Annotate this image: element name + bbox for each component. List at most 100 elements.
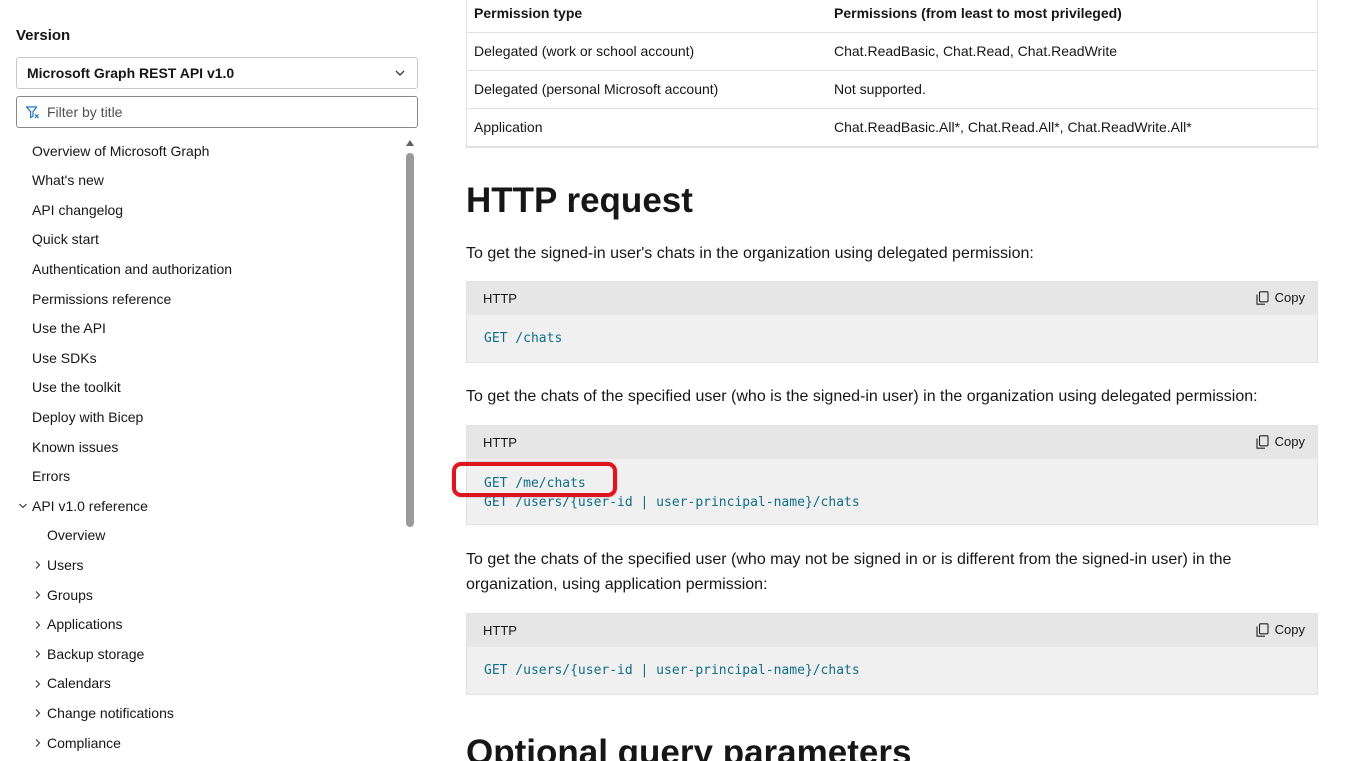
table-cell: Not supported. — [826, 70, 1318, 109]
toc-item[interactable]: Users — [0, 550, 400, 579]
paragraph: To get the chats of the specified user (… — [466, 388, 1258, 405]
copy-icon — [1256, 434, 1269, 449]
scroll-up-arrow-icon[interactable] — [406, 140, 414, 146]
toc-item-label: Change notifications — [47, 704, 174, 721]
toc-item[interactable]: Quick start — [0, 225, 400, 254]
chevron-down-icon — [395, 70, 405, 76]
code-language-label: HTTP — [483, 291, 517, 306]
main-content: Permission type Permissions (from least … — [466, 0, 1318, 761]
table-of-contents: Overview of Microsoft Graph What's new API… — [0, 136, 404, 761]
toc-item-label: Backup storage — [47, 645, 145, 662]
table-cell: Delegated (personal Microsoft account) — [466, 70, 826, 109]
code-line: GET /users/{user-id | user-principal-nam… — [484, 495, 860, 510]
toc-item-label: API v1.0 reference — [32, 497, 148, 514]
toc-item[interactable]: What's new — [0, 166, 400, 195]
code-block: HTTP Copy GET /users/{user-id | user-pri… — [466, 613, 1318, 695]
copy-label: Copy — [1274, 434, 1305, 449]
toc-item-label: Errors — [32, 468, 71, 485]
table-cell: Application — [466, 108, 826, 147]
toc-item[interactable]: API changelog — [0, 195, 400, 224]
toc-item-label: Permissions reference — [32, 290, 172, 307]
copy-label: Copy — [1274, 290, 1305, 305]
toc-item[interactable]: Errors — [0, 462, 400, 491]
copy-icon — [1256, 622, 1269, 637]
section-heading-http-request: HTTP request — [466, 181, 693, 220]
toc-item-label: Use the toolkit — [32, 379, 121, 396]
toc-item[interactable]: Groups — [0, 580, 400, 609]
sidebar-nav: Version Microsoft Graph REST API v1.0 Ov… — [0, 0, 430, 761]
table-cell: Chat.ReadBasic, Chat.Read, Chat.ReadWrit… — [826, 32, 1318, 71]
paragraph: To get the signed-in user's chats in the… — [466, 245, 1034, 262]
chevron-right-icon[interactable] — [33, 708, 43, 718]
version-label: Version — [16, 27, 71, 44]
chevron-down-icon[interactable] — [18, 501, 28, 511]
paragraph: To get the chats of the specified user (… — [466, 547, 1286, 597]
chevron-right-icon[interactable] — [33, 649, 43, 659]
toc-item-label: API changelog — [32, 201, 124, 218]
toc-item[interactable]: Authentication and authorization — [0, 254, 400, 283]
toc-item[interactable]: Use the API — [0, 314, 400, 343]
toc-item[interactable]: Applications — [0, 610, 400, 639]
toc-item-label: Users — [47, 556, 84, 573]
table-header-row: Permission type Permissions (from least … — [466, 0, 1318, 33]
toc-item-label: Deploy with Bicep — [32, 408, 144, 425]
copy-button[interactable]: Copy — [1256, 622, 1305, 637]
table-cell: Chat.ReadBasic.All*, Chat.Read.All*, Cha… — [826, 108, 1318, 147]
table-header-cell: Permission type — [466, 0, 826, 33]
code-line: GET /chats — [484, 331, 563, 346]
toc-item-label: Calendars — [47, 675, 111, 692]
toc-item-label: Known issues — [32, 438, 119, 455]
toc-item-label: Applications — [47, 616, 123, 633]
toc-item-label: Groups — [47, 586, 93, 603]
toc-item-label: Overview — [47, 527, 106, 544]
toc-item[interactable]: Compliance — [0, 728, 400, 757]
chevron-right-icon[interactable] — [33, 679, 43, 689]
chevron-right-icon[interactable] — [33, 620, 43, 630]
table-row: Application Chat.ReadBasic.All*, Chat.Re… — [466, 108, 1318, 147]
paragraph-line: organization, using application permissi… — [466, 576, 768, 593]
code-block-header: HTTP Copy — [467, 614, 1317, 647]
copy-button[interactable]: Copy — [1256, 290, 1305, 305]
toc-item[interactable]: Known issues — [0, 432, 400, 461]
scroll-thumb[interactable] — [406, 153, 414, 527]
toc-item[interactable]: Overview — [0, 521, 400, 550]
toc-item-label: Authentication and authorization — [32, 260, 233, 277]
toc-item[interactable]: Backup storage — [0, 639, 400, 668]
code-body: GET /me/chats GET /users/{user-id | user-… — [467, 459, 1317, 524]
table-row: Delegated (personal Microsoft account) N… — [466, 70, 1318, 109]
code-language-label: HTTP — [483, 623, 517, 638]
toc-item[interactable]: API v1.0 reference — [0, 491, 400, 520]
chevron-right-icon[interactable] — [33, 738, 43, 748]
toc-item[interactable]: Permissions reference — [0, 284, 400, 313]
version-dropdown[interactable]: Microsoft Graph REST API v1.0 — [16, 57, 418, 89]
chevron-right-icon[interactable] — [33, 560, 43, 570]
table-cell: Delegated (work or school account) — [466, 32, 826, 71]
paragraph-line: To get the chats of the specified user (… — [466, 551, 1232, 568]
table-row: Delegated (work or school account) Chat.… — [466, 32, 1318, 71]
toc-scrollbar[interactable] — [404, 138, 416, 761]
filter-input[interactable] — [47, 104, 407, 120]
toc-item-label: Use SDKs — [32, 349, 97, 366]
copy-button[interactable]: Copy — [1256, 434, 1305, 449]
toc-item[interactable]: Calendars — [0, 669, 400, 698]
code-block-header: HTTP Copy — [467, 426, 1317, 459]
toc-item[interactable]: Use the toolkit — [0, 373, 400, 402]
toc-item[interactable]: Overview of Microsoft Graph — [0, 136, 400, 165]
code-line: GET /me/chats — [484, 476, 586, 491]
toc-item-label: Quick start — [32, 231, 99, 248]
toc-item-label: Use the API — [32, 320, 106, 337]
version-selected-value: Microsoft Graph REST API v1.0 — [27, 65, 235, 81]
toc-item-label: Compliance — [47, 734, 121, 751]
code-body: GET /users/{user-id | user-principal-nam… — [467, 647, 1317, 694]
toc-item-label: Overview of Microsoft Graph — [32, 142, 210, 159]
toc-item[interactable]: Change notifications — [0, 698, 400, 727]
code-block-header: HTTP Copy — [467, 282, 1317, 315]
permissions-table: Permission type Permissions (from least … — [466, 0, 1318, 147]
copy-icon — [1256, 290, 1269, 305]
toc-item[interactable]: Deploy with Bicep — [0, 402, 400, 431]
code-block: HTTP Copy GET /chats — [466, 281, 1318, 363]
code-body: GET /chats — [467, 315, 1317, 362]
chevron-right-icon[interactable] — [33, 590, 43, 600]
toc-item[interactable]: Use SDKs — [0, 343, 400, 372]
filter-box — [16, 96, 418, 128]
